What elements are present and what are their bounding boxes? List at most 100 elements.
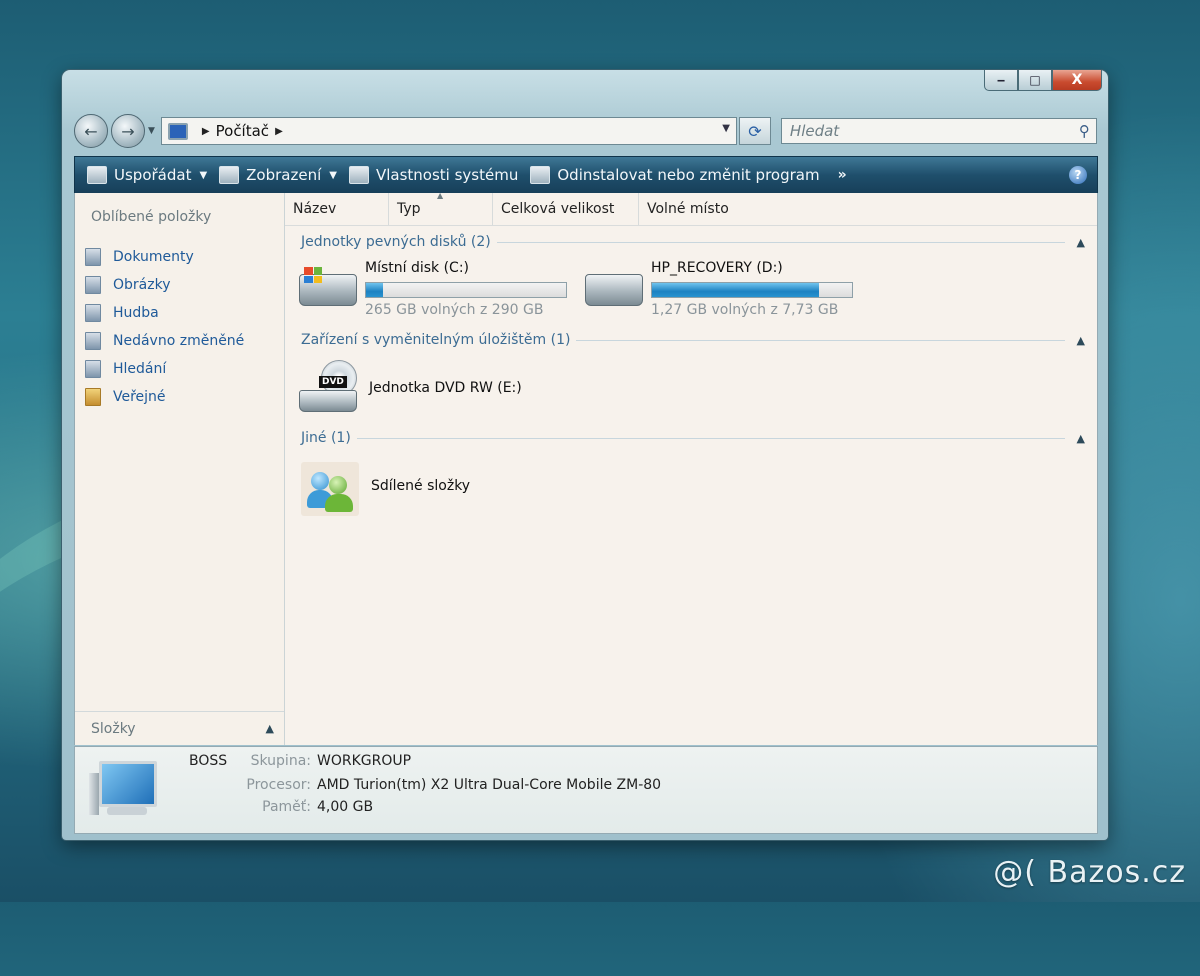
system-properties-icon <box>348 166 369 184</box>
dvd-badge: DVD <box>319 376 347 388</box>
help-icon[interactable]: ? <box>1069 166 1087 184</box>
file-list-pane: Název ▲ Typ Celková velikost Volné místo … <box>285 191 1097 745</box>
recent-pages-dropdown-icon[interactable]: ▼ <box>148 126 155 136</box>
system-properties-button[interactable]: Vlastnosti systému <box>348 166 519 184</box>
windows-logo-icon <box>304 267 322 283</box>
column-header-name[interactable]: Název <box>285 193 389 225</box>
group-divider <box>576 339 1065 341</box>
sidebar-item-documents[interactable]: Dokumenty <box>85 243 244 271</box>
navigation-pane: Oblíbené položky Dokumenty Obrázky Hudba… <box>75 193 285 745</box>
command-toolbar: Uspořádat ▼ Zobrazení ▼ Vlastnosti systé… <box>74 156 1098 194</box>
sidebar-item-label: Hledání <box>113 361 167 377</box>
search-placeholder: Hledat <box>789 122 840 140</box>
details-pane: BOSS Skupina: WORKGROUP Procesor: AMD Tu… <box>74 746 1098 834</box>
workgroup-value: WORKGROUP <box>317 753 412 769</box>
folders-label: Složky <box>91 720 136 737</box>
drive-usage-bar <box>651 282 853 298</box>
forward-arrow-icon: → <box>121 121 135 141</box>
hard-drives-list: Místní disk (C:) 265 GB volných z 290 GB… <box>299 254 1097 326</box>
uninstall-program-label: Odinstalovat nebo změnit program <box>557 166 820 184</box>
drive-name: Místní disk (C:) <box>365 260 470 276</box>
breadcrumb-computer[interactable]: Počítač <box>216 122 269 140</box>
views-button[interactable]: Zobrazení ▼ <box>219 166 337 184</box>
column-header-label: Název <box>293 201 337 217</box>
toolbar-overflow-icon[interactable]: » <box>838 167 847 183</box>
sidebar-item-label: Hudba <box>113 305 159 321</box>
dvd-drive-name: Jednotka DVD RW (E:) <box>369 380 522 396</box>
organize-icon <box>87 166 107 184</box>
memory-value: 4,00 GB <box>317 799 374 815</box>
views-icon <box>219 166 240 184</box>
shared-folders-name: Sdílené složky <box>371 478 471 494</box>
watermark: @( Bazos.cz <box>993 855 1186 890</box>
breadcrumb-chevron-icon[interactable]: ▶ <box>275 126 283 137</box>
column-header-type[interactable]: ▲ Typ <box>389 191 493 225</box>
breadcrumb-chevron-icon[interactable]: ▶ <box>202 126 210 137</box>
chevron-up-icon: ▲ <box>265 722 274 735</box>
search-icon[interactable]: ⚲ <box>1079 122 1090 140</box>
sidebar-item-label: Nedávno změněné <box>113 333 245 349</box>
column-header-total-size[interactable]: Celková velikost <box>493 193 639 225</box>
drive-usage-bar <box>365 282 567 298</box>
column-header-label: Celková velikost <box>501 201 615 217</box>
sidebar-item-music[interactable]: Hudba <box>85 299 244 327</box>
views-label: Zobrazení <box>246 166 322 184</box>
content-area: Oblíbené položky Dokumenty Obrázky Hudba… <box>74 191 1098 745</box>
documents-icon <box>85 248 101 266</box>
maximize-button[interactable]: □ <box>1018 70 1052 91</box>
explorer-window: ‒ □ X ← → ▼ ▶ Počítač ▶ ▼ ⟳ Hledat ⚲ Usp… <box>62 70 1108 840</box>
address-dropdown-icon[interactable]: ▼ <box>722 123 730 134</box>
close-button[interactable]: X <box>1052 70 1102 91</box>
address-bar[interactable]: ▶ Počítač ▶ ▼ <box>160 117 737 145</box>
music-icon <box>85 304 101 322</box>
minimize-button[interactable]: ‒ <box>984 70 1018 91</box>
organize-label: Uspořádat <box>114 166 192 184</box>
sidebar-item-recent[interactable]: Nedávno změněné <box>85 327 244 355</box>
back-arrow-icon: ← <box>84 121 98 141</box>
chevron-up-icon: ▲ <box>1076 431 1085 445</box>
sidebar-item-pictures[interactable]: Obrázky <box>85 271 244 299</box>
drive-usage-fill <box>652 283 820 297</box>
public-folder-icon <box>85 388 101 406</box>
sidebar-item-searches[interactable]: Hledání <box>85 355 244 383</box>
uninstall-program-icon <box>530 166 551 184</box>
group-header-hard-drives[interactable]: Jednotky pevných disků (2) ▲ <box>301 230 1085 254</box>
refresh-button[interactable]: ⟳ <box>738 117 771 145</box>
recent-icon <box>85 332 101 350</box>
back-button[interactable]: ← <box>74 114 108 148</box>
sidebar-item-label: Obrázky <box>113 277 171 293</box>
group-header-other[interactable]: Jiné (1) ▲ <box>301 426 1085 450</box>
processor-value: AMD Turion(tm) X2 Ultra Dual-Core Mobile… <box>317 777 662 793</box>
memory-label: Paměť: <box>262 799 311 815</box>
chevron-down-icon: ▼ <box>329 169 337 181</box>
column-headers: Název ▲ Typ Celková velikost Volné místo <box>285 191 1097 226</box>
forward-button[interactable]: → <box>111 114 145 148</box>
shared-folders-item[interactable]: Sdílené složky <box>299 450 1097 530</box>
system-properties-label: Vlastnosti systému <box>375 166 519 184</box>
sidebar-item-public[interactable]: Veřejné <box>85 383 244 411</box>
drive-c[interactable]: Místní disk (C:) 265 GB volných z 290 GB <box>299 254 585 326</box>
group-divider <box>356 437 1065 439</box>
drive-name: HP_RECOVERY (D:) <box>651 260 783 276</box>
group-header-removable[interactable]: Zařízení s vyměnitelným úložištěm (1) ▲ <box>301 328 1085 352</box>
column-header-label: Typ <box>397 201 421 217</box>
drive-d[interactable]: HP_RECOVERY (D:) 1,27 GB volných z 7,73 … <box>585 254 871 326</box>
chevron-down-icon: ▼ <box>199 169 208 181</box>
navigation-bar: ← → ▼ ▶ Počítač ▶ ▼ ⟳ Hledat ⚲ <box>74 110 1098 152</box>
computer-icon <box>167 122 188 140</box>
sort-ascending-icon: ▲ <box>437 191 444 200</box>
group-divider <box>496 241 1065 243</box>
dvd-drive-icon: DVD <box>299 360 357 412</box>
hard-drive-icon <box>299 267 357 306</box>
dvd-drive-e[interactable]: DVD Jednotka DVD RW (E:) <box>299 352 1097 426</box>
chevron-up-icon: ▲ <box>1076 333 1085 347</box>
chevron-up-icon: ▲ <box>1076 235 1085 249</box>
refresh-icon: ⟳ <box>748 121 762 141</box>
sidebar-item-label: Veřejné <box>113 389 166 405</box>
favorites-title: Oblíbené položky <box>91 209 212 225</box>
search-input[interactable]: Hledat ⚲ <box>780 118 1097 144</box>
uninstall-program-button[interactable]: Odinstalovat nebo změnit program <box>530 166 820 184</box>
folders-toggle[interactable]: Složky ▲ <box>75 711 284 745</box>
organize-button[interactable]: Uspořádat ▼ <box>87 166 207 184</box>
column-header-free-space[interactable]: Volné místo <box>639 193 789 225</box>
